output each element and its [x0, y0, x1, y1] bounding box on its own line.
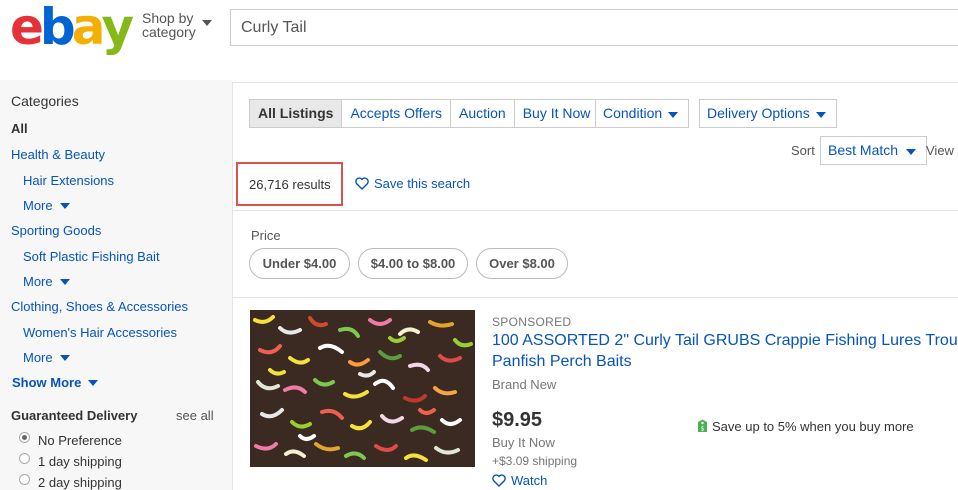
sort-dropdown[interactable]: Best Match	[820, 136, 928, 165]
no-preference-label: No Preference	[38, 433, 122, 448]
watch-label: Watch	[511, 473, 548, 488]
category-clothing-shoes-accessories[interactable]: Clothing, Shoes & Accessories	[11, 299, 188, 314]
chevron-down-icon	[906, 149, 917, 155]
header: ebay Shop by category Curly Tail	[0, 0, 958, 60]
show-more-button[interactable]: Show More	[12, 375, 99, 390]
one-day-shipping-label: 1 day shipping	[38, 454, 122, 469]
chevron-down-icon	[59, 278, 70, 285]
svg-text:$: $	[701, 425, 705, 432]
listing-image[interactable]	[250, 310, 475, 467]
chevron-down-icon	[815, 112, 826, 118]
category-sporting-goods[interactable]: Sporting Goods	[11, 223, 101, 238]
promo-label: Save up to 5% when you buy more	[712, 419, 914, 434]
more-label: More	[23, 274, 53, 289]
tab-accepts-offers[interactable]: Accepts Offers	[342, 100, 452, 127]
sponsored-label: SPONSORED	[492, 315, 572, 329]
two-day-shipping-label: 2 day shipping	[38, 475, 122, 490]
logo-letter-a: a	[71, 0, 106, 56]
price-filter-title: Price	[251, 228, 281, 243]
heart-icon	[355, 177, 369, 191]
delivery-options-label: Delivery Options	[707, 105, 810, 121]
logo-letter-e: e	[10, 0, 44, 56]
shop-by-line2: category	[142, 24, 196, 40]
view-label[interactable]: View	[926, 143, 954, 158]
shop-by-line1: Shop by	[142, 10, 194, 26]
divider	[232, 210, 958, 211]
logo-letter-b: b	[39, 0, 76, 56]
category-all[interactable]: All	[11, 121, 28, 136]
results-count: 26,716 results	[249, 177, 331, 192]
price-under-4-button[interactable]: Under $4.00	[249, 248, 350, 279]
ebay-logo[interactable]: ebay	[10, 0, 134, 56]
heart-icon	[492, 474, 506, 488]
search-input[interactable]: Curly Tail	[230, 9, 958, 46]
no-preference-radio[interactable]	[19, 432, 30, 443]
sidebar: Categories All Health & Beauty Hair Exte…	[0, 80, 232, 490]
condition-dropdown[interactable]: Condition	[595, 99, 690, 128]
price-4-to-8-button[interactable]: $4.00 to $8.00	[358, 248, 468, 279]
shop-by-category-button[interactable]: Shop by category	[142, 10, 212, 40]
logo-letter-y: y	[101, 0, 134, 56]
show-more-label: Show More	[12, 375, 82, 390]
tab-auction[interactable]: Auction	[451, 100, 515, 127]
chevron-down-icon	[59, 354, 70, 361]
category-soft-plastic-fishing-bait[interactable]: Soft Plastic Fishing Bait	[23, 249, 160, 264]
condition-label: Condition	[603, 105, 663, 121]
tab-all-listings[interactable]: All Listings	[250, 100, 343, 127]
category-hair-extensions[interactable]: Hair Extensions	[23, 173, 114, 188]
more-sporting-goods-button[interactable]: More	[23, 274, 70, 289]
chevron-down-icon	[668, 112, 679, 118]
listing-shipping: +$3.09 shipping	[492, 454, 578, 468]
delivery-options-dropdown[interactable]: Delivery Options	[699, 99, 837, 128]
listing-type-tabs: All Listings Accepts Offers Auction Buy …	[249, 99, 600, 128]
chevron-down-icon	[59, 202, 70, 209]
divider	[232, 297, 958, 298]
more-health-beauty-button[interactable]: More	[23, 198, 70, 213]
category-health-beauty[interactable]: Health & Beauty	[11, 147, 105, 162]
save-search-button[interactable]: Save this search	[355, 176, 470, 191]
listing-title-link[interactable]: 100 ASSORTED 2" Curly Tail GRUBS Crappie…	[492, 330, 958, 372]
see-all-link[interactable]: see all	[176, 408, 214, 423]
save-search-label: Save this search	[374, 176, 471, 191]
listing-condition: Brand New	[492, 377, 557, 392]
chevron-down-icon	[88, 379, 99, 386]
more-label: More	[23, 198, 53, 213]
watch-button[interactable]: Watch	[492, 473, 547, 488]
more-clothing-button[interactable]: More	[23, 350, 70, 365]
fishing-lures-image	[250, 310, 475, 467]
listing-format: Buy It Now	[492, 435, 555, 450]
two-day-shipping-radio[interactable]	[19, 474, 30, 485]
volume-discount-promo: $ Save up to 5% when you buy more	[697, 419, 914, 435]
one-day-shipping-radio[interactable]	[19, 453, 30, 464]
tab-buy-it-now[interactable]: Buy It Now	[514, 100, 599, 127]
chevron-down-icon	[202, 20, 212, 26]
categories-title: Categories	[11, 93, 79, 109]
sort-label: Sort	[791, 143, 815, 158]
price-over-8-button[interactable]: Over $8.00	[476, 248, 568, 279]
guaranteed-delivery-title: Guaranteed Delivery	[11, 408, 138, 423]
category-womens-hair-accessories[interactable]: Women's Hair Accessories	[23, 325, 177, 340]
sort-value: Best Match	[828, 142, 899, 158]
more-label: More	[23, 350, 53, 365]
price-tag-icon: $	[698, 419, 707, 432]
listing-price: $9.95	[492, 409, 543, 431]
